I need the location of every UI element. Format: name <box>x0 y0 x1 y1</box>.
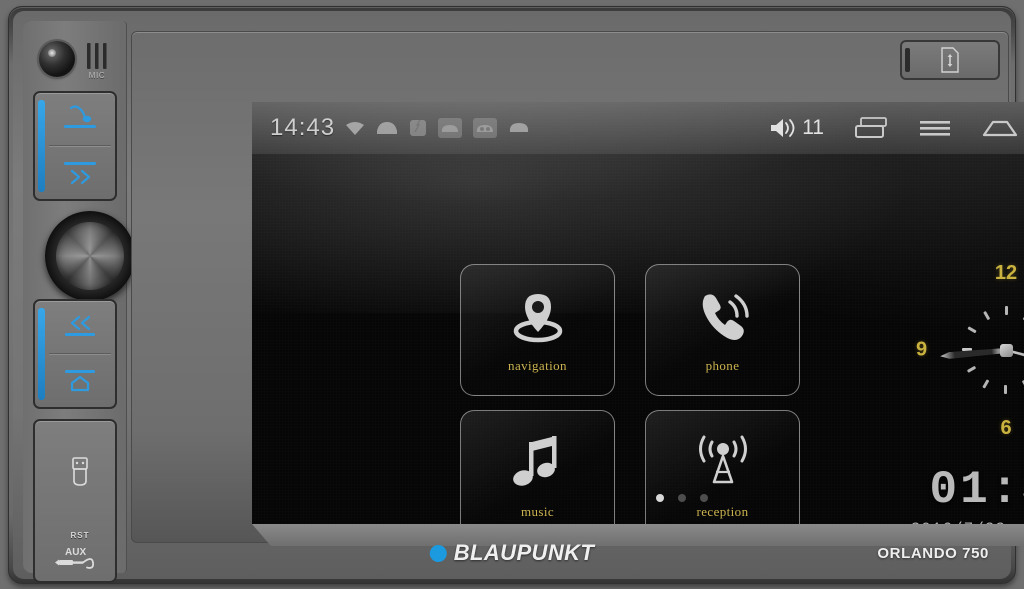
volume-knob[interactable] <box>45 211 135 301</box>
tile-reception[interactable]: reception <box>645 410 800 524</box>
previous-track-button[interactable] <box>49 301 111 354</box>
phone-call-button[interactable] <box>49 93 111 146</box>
tile-label: reception <box>696 504 749 519</box>
brand-logo: BLAUPUNKT <box>429 540 595 566</box>
clock-center-cap <box>999 343 1013 357</box>
tile-music[interactable]: music <box>460 410 615 524</box>
speaker-icon <box>771 119 795 137</box>
usb-icon <box>72 457 88 486</box>
tile-phone[interactable]: phone <box>645 264 800 396</box>
sd-card-icon <box>941 47 959 73</box>
wifi-icon <box>346 122 365 135</box>
button-pod-top <box>33 91 117 201</box>
cloud-sync-icon <box>473 118 498 138</box>
tile-navigation[interactable]: navigation <box>460 264 615 396</box>
page-dot[interactable] <box>678 494 686 502</box>
head-unit-body: MIC RST AUX 14:43 11 navigation phone mu… <box>8 6 1024 584</box>
status-bar: 14:43 11 <box>252 102 1024 154</box>
blaupunkt-dot-icon <box>429 544 447 562</box>
button-pod-bottom <box>33 299 117 409</box>
tile-label: navigation <box>508 358 567 373</box>
brand-strip: BLAUPUNKT ORLANDO 750 <box>23 537 1001 571</box>
radio-antenna-icon <box>691 432 755 492</box>
clock-numeral-9: 9 <box>916 338 928 361</box>
date-value: 2016/7/22 <box>911 520 1006 524</box>
camera-sensor-icon <box>39 41 75 77</box>
brand-name: BLAUPUNKT <box>453 540 595 565</box>
clock-numeral-6: 6 <box>1000 417 1012 439</box>
cloud-icon <box>438 118 463 138</box>
next-track-button[interactable] <box>49 146 111 199</box>
status-bar-right: 11 <box>769 115 1024 141</box>
microphone-group: MIC <box>87 43 107 80</box>
android-icon <box>509 123 529 132</box>
menu-icon[interactable] <box>918 116 952 140</box>
rewind-icon <box>65 315 95 336</box>
tile-label: music <box>520 504 555 519</box>
digital-date: 2016/7/22 Friday <box>900 520 1024 524</box>
model-name: ORLANDO 750 <box>877 545 989 562</box>
tile-label: phone <box>705 358 740 373</box>
volume-value: 11 <box>802 116 824 139</box>
fast-forward-icon <box>64 162 96 185</box>
phone-handset-icon <box>694 286 752 346</box>
mic-label: MIC <box>88 71 106 80</box>
slot-notch <box>905 48 910 72</box>
usb-port[interactable] <box>49 421 111 523</box>
blue-accent-strip <box>38 100 45 192</box>
home-icon[interactable] <box>982 116 1018 140</box>
page-dot[interactable] <box>656 494 664 502</box>
touchscreen[interactable]: 14:43 11 navigation phone music receptio… <box>252 102 1024 524</box>
home-button[interactable] <box>49 354 111 407</box>
home-icon <box>65 370 95 392</box>
left-control-panel: MIC RST AUX <box>23 21 135 583</box>
analog-clock-widget: 12 3 6 9 <box>900 250 1024 450</box>
screen-bezel: 14:43 11 navigation phone music receptio… <box>131 31 1024 546</box>
sd-card-slot[interactable] <box>900 40 1000 80</box>
page-indicator[interactable] <box>252 494 1024 502</box>
sync-icon <box>410 119 427 136</box>
blue-accent-strip <box>38 308 45 400</box>
phone-hangup-icon <box>64 105 96 128</box>
volume-indicator[interactable]: 11 <box>769 116 824 140</box>
clock-numeral-12: 12 <box>994 262 1018 284</box>
status-clock: 14:43 <box>270 114 336 141</box>
music-note-icon <box>510 432 566 492</box>
recent-apps-icon[interactable] <box>854 115 888 141</box>
status-bar-left: 14:43 <box>270 114 531 142</box>
map-pin-icon <box>507 286 569 346</box>
cloud-upload-icon <box>377 122 398 134</box>
app-tile-grid: navigation phone music reception <box>460 264 800 524</box>
mic-grille-icon <box>87 43 107 69</box>
head-unit-face: MIC RST AUX 14:43 11 navigation phone mu… <box>13 11 1024 583</box>
rotary-knob-icon <box>56 222 124 290</box>
page-dot[interactable] <box>700 494 708 502</box>
digital-time: 01:30 <box>929 464 1024 516</box>
